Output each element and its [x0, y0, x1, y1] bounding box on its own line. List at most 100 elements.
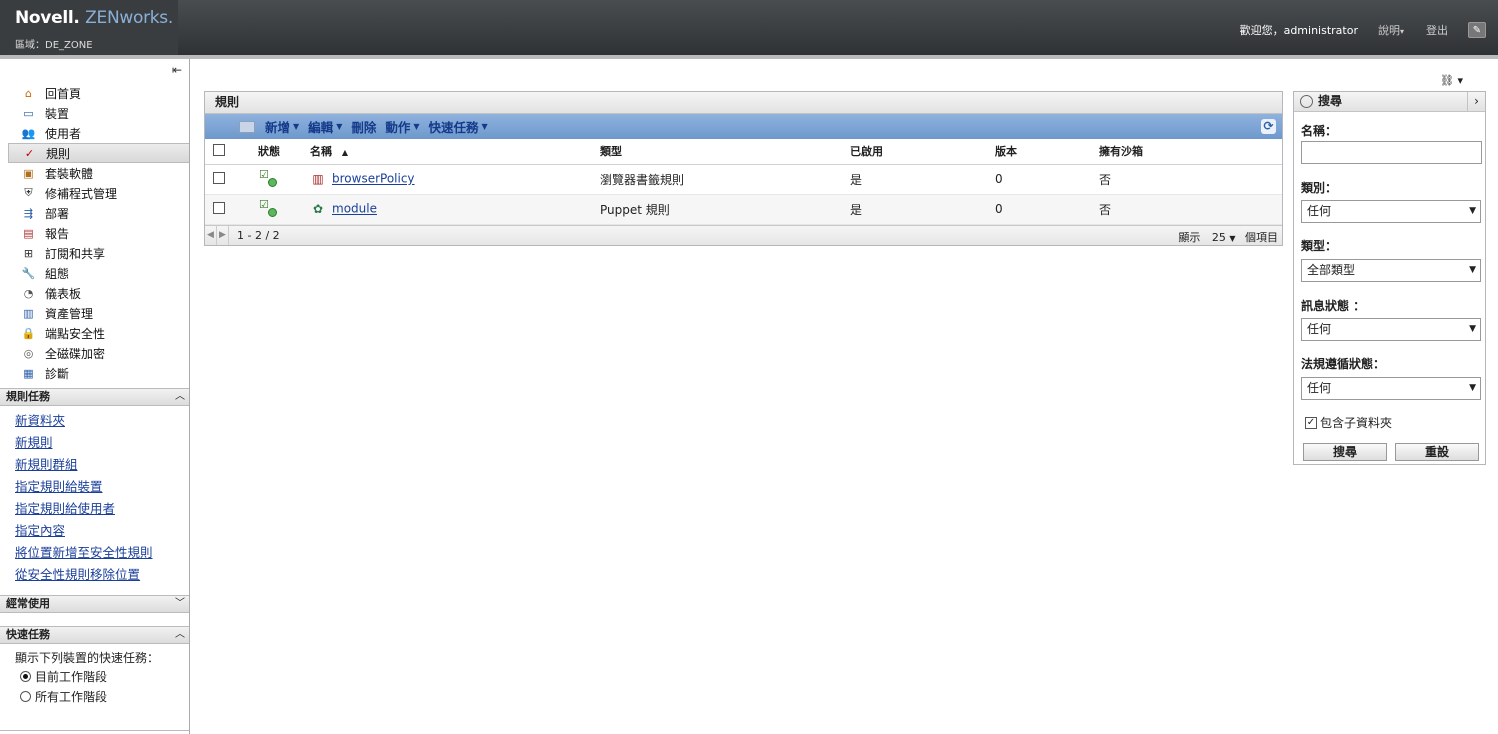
row-select-cell: [205, 164, 247, 195]
sandbox-cell: 否: [1099, 164, 1282, 195]
policy-tasks-header[interactable]: 規則任務 ︿: [0, 388, 189, 406]
nav-item-asset[interactable]: ▥ 資產管理: [8, 303, 189, 323]
status-cell: ☑: [247, 194, 310, 225]
quick-tasks-button[interactable]: 快速任務 ▼: [429, 117, 488, 136]
endpoint-security-icon: 🔒: [21, 326, 36, 340]
zone-label: 區域：DE_ZONE: [15, 40, 93, 51]
policy-task-links: 新資料夾 新規則 新規則群組 指定規則給裝置 指定規則給使用者 指定內容 將位置…: [15, 410, 153, 586]
wrench-icon[interactable]: ✎: [1468, 22, 1486, 38]
bundles-icon: ▣: [23, 166, 34, 180]
nav-item-endpoint-security[interactable]: 🔒 端點安全性: [8, 323, 189, 343]
link-icon[interactable]: ⛓ ▾: [1440, 74, 1463, 87]
type-select[interactable]: 全部類型 ▼: [1301, 259, 1481, 282]
type-label: 類型：: [1301, 239, 1338, 253]
quick-tasks-header[interactable]: 快速任務 ︿: [0, 626, 189, 644]
delete-button[interactable]: 刪除: [351, 117, 376, 136]
nav-item-policies[interactable]: ✓ 規則: [8, 143, 189, 163]
refresh-icon[interactable]: ⟳: [1261, 119, 1276, 134]
encryption-icon: ◎: [23, 346, 34, 360]
table-row[interactable]: ☑ ✿ module Puppet 規則 是 0 否: [205, 194, 1282, 225]
row-checkbox[interactable]: [213, 171, 225, 184]
row-checkbox[interactable]: [213, 201, 225, 214]
task-remove-location[interactable]: 從安全性規則移除位置: [15, 564, 153, 586]
task-new-folder[interactable]: 新資料夾: [15, 410, 153, 432]
column-sandbox[interactable]: 擁有沙箱: [1099, 139, 1282, 165]
nav-item-users[interactable]: 👥 使用者: [8, 123, 189, 143]
reports-icon: ▤: [23, 226, 34, 240]
radio-button[interactable]: [20, 691, 31, 702]
nav-item-subscriptions[interactable]: ⊞ 訂閱和共享: [8, 243, 189, 263]
name-cell: ✿ module: [310, 194, 600, 225]
edit-button[interactable]: 編輯 ▼: [308, 117, 342, 136]
page-size-select[interactable]: 25 ▼: [1212, 231, 1236, 244]
nav-item-bundles[interactable]: ▣ 套裝軟體: [8, 163, 189, 183]
logout-link[interactable]: 登出: [1426, 22, 1448, 38]
sort-ascending-icon: ▲: [341, 148, 348, 158]
chevron-right-icon[interactable]: ›: [1467, 92, 1485, 111]
nav-item-home[interactable]: ⌂ 回首頁: [8, 83, 189, 103]
task-new-policy-group[interactable]: 新規則群組: [15, 454, 153, 476]
select-all-checkbox[interactable]: [213, 143, 225, 156]
message-status-select[interactable]: 任何 ▼: [1301, 318, 1481, 341]
new-button[interactable]: 新增 ▼: [265, 117, 299, 136]
name-label: 名稱：: [1301, 124, 1338, 138]
policies-panel: 規則 新增 ▼ 編輯 ▼ 刪除 動作 ▼ 快速任務 ▼ ⟳ 狀態 名稱 ▲ 類型 已啟用…: [204, 91, 1283, 246]
pager: ◀ ▶ 1 - 2 / 2 顯示 25 ▼ 個項目: [205, 224, 1282, 245]
row-select-cell: [205, 194, 247, 225]
task-assign-to-device[interactable]: 指定規則給裝置: [15, 476, 153, 498]
nav-item-configuration[interactable]: 🔧 組態: [8, 263, 189, 283]
task-assign-to-user[interactable]: 指定規則給使用者: [15, 498, 153, 520]
compliance-select[interactable]: 任何 ▼: [1301, 377, 1481, 400]
nav-item-encryption[interactable]: ◎ 全磁碟加密: [8, 343, 189, 363]
category-select[interactable]: 任何 ▼: [1301, 200, 1481, 223]
subscriptions-icon: ⊞: [23, 246, 34, 260]
sidebar-divider: [0, 730, 189, 731]
reset-button[interactable]: 重設: [1395, 443, 1479, 461]
policy-link[interactable]: module: [332, 202, 377, 216]
users-icon: 👥: [21, 126, 36, 140]
column-enabled[interactable]: 已啟用: [850, 139, 995, 165]
table-row[interactable]: ☑ ▥ browserPolicy 瀏覽器書籤規則 是 0 否: [205, 164, 1282, 195]
include-subfolders-checkbox[interactable]: ✓ 包含子資料夾: [1305, 414, 1392, 431]
radio-button[interactable]: [20, 671, 31, 682]
column-type[interactable]: 類型: [600, 139, 850, 165]
welcome-text: 歡迎您，administrator: [1239, 24, 1358, 37]
next-page-icon[interactable]: ▶: [217, 225, 229, 245]
action-button[interactable]: 動作 ▼: [385, 117, 419, 136]
column-name[interactable]: 名稱 ▲: [310, 139, 600, 165]
nav-item-diagnostics[interactable]: ▦ 診斷: [8, 363, 189, 383]
checkmark-icon[interactable]: ✓: [1305, 416, 1317, 429]
previous-page-icon[interactable]: ◀: [205, 225, 217, 245]
type-cell: Puppet 規則: [600, 194, 850, 225]
policies-icon: ✓: [24, 146, 35, 160]
nav-item-deployment[interactable]: ⇶ 部署: [8, 203, 189, 223]
task-add-location[interactable]: 將位置新增至安全性規則: [15, 542, 153, 564]
help-menu[interactable]: 說明▾: [1378, 22, 1404, 38]
collapse-sidebar-icon[interactable]: ⇤: [172, 63, 182, 77]
column-status[interactable]: 狀態: [247, 139, 310, 165]
header-actions: 歡迎您，administrator 說明▾ 登出 ✎: [1240, 22, 1486, 38]
task-assign-content[interactable]: 指定內容: [15, 520, 153, 542]
nav-item-devices[interactable]: ▭ 裝置: [8, 103, 189, 123]
radio-all-sessions[interactable]: 所有工作階段: [20, 688, 107, 705]
chevron-up-icon[interactable]: ︿: [175, 389, 185, 405]
nav-item-reports[interactable]: ▤ 報告: [8, 223, 189, 243]
nav-item-dashboard[interactable]: ◔ 儀表板: [8, 283, 189, 303]
column-version[interactable]: 版本: [995, 139, 1099, 165]
enabled-cell: 是: [850, 194, 995, 225]
name-input[interactable]: [1301, 141, 1482, 164]
frequent-header[interactable]: 經常使用 ﹀: [0, 595, 189, 613]
search-icon: [1300, 95, 1313, 108]
brand-area: Novell. ZENworks. 區域：DE_ZONE: [0, 0, 178, 55]
radio-current-session[interactable]: 目前工作階段: [20, 668, 107, 685]
task-new-policy[interactable]: 新規則: [15, 432, 153, 454]
chevron-up-icon[interactable]: ︿: [175, 627, 185, 643]
policy-link[interactable]: browserPolicy: [332, 172, 415, 186]
quick-tasks-label: 顯示下列裝置的快速任務：: [15, 651, 160, 665]
chevron-down-icon: ▼: [1469, 265, 1476, 275]
asset-icon: ▥: [23, 306, 34, 320]
nav-item-patch[interactable]: ⛨ 修補程式管理: [8, 183, 189, 203]
chevron-down-icon[interactable]: ﹀: [175, 596, 185, 612]
search-button[interactable]: 搜尋: [1303, 443, 1387, 461]
main-nav: ⌂ 回首頁 ▭ 裝置 👥 使用者 ✓ 規則 ▣ 套裝軟體 ⛨ 修補程式管理 ⇶ 部署 ▤ 報告 …: [8, 83, 189, 383]
